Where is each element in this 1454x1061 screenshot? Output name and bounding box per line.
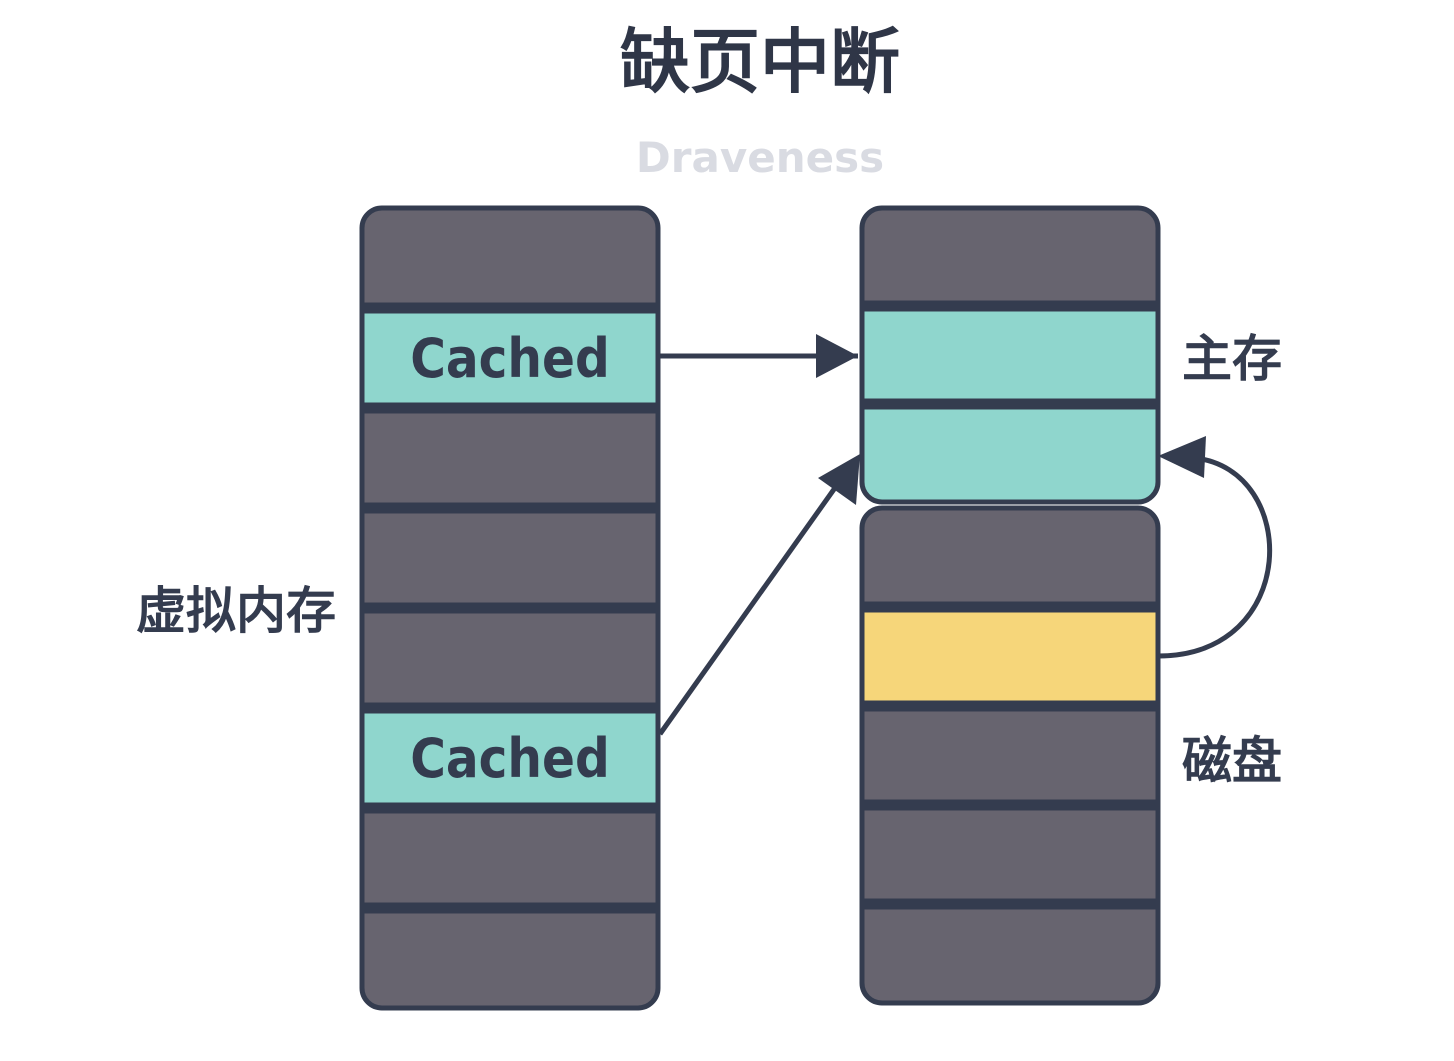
virtual-memory-row-7-empty [362, 808, 658, 908]
disk-row-2-loading [862, 607, 1158, 706]
page-in-arrow [1157, 455, 1273, 659]
disk-row-3-empty [862, 706, 1158, 805]
mapping-arrow-2 [657, 476, 845, 736]
page-fault-diagram: 缺页中断 Draveness 虚拟内存 主存 磁盘 Cached Cached [136, 21, 1282, 1011]
page-in-arrow-head [1158, 436, 1206, 478]
main-memory-label: 主存 [1182, 330, 1282, 388]
disk-row-4-empty [862, 805, 1158, 904]
virtual-memory-column: Cached Cached [359, 205, 661, 1011]
virtual-memory-row-1-empty [362, 208, 658, 308]
virtual-memory-row-6-label: Cached [410, 727, 610, 790]
virtual-memory-row-5-empty [362, 608, 658, 708]
virtual-memory-row-2-label: Cached [410, 327, 610, 390]
main-memory-column [859, 205, 1161, 505]
mapping-arrow-2-head [818, 454, 860, 505]
disk-label: 磁盘 [1182, 732, 1282, 790]
main-memory-row-2-cached [862, 306, 1158, 404]
virtual-memory-row-3-empty [362, 408, 658, 508]
disk-column [859, 505, 1161, 1006]
diagram-canvas: 缺页中断 Draveness 虚拟内存 主存 磁盘 Cached Cached [0, 0, 1454, 1056]
virtual-memory-label: 虚拟内存 [136, 582, 336, 640]
main-memory-row-3-cached [862, 404, 1158, 502]
virtual-memory-row-8-empty [362, 908, 658, 1008]
mapping-arrow-1-head [816, 334, 858, 378]
main-memory-row-1-empty [862, 208, 1158, 306]
disk-row-1-empty [862, 508, 1158, 607]
diagram-title: 缺页中断 [620, 21, 900, 103]
virtual-memory-row-4-empty [362, 508, 658, 608]
watermark-text: Draveness [636, 133, 884, 182]
disk-row-5-empty [862, 904, 1158, 1003]
